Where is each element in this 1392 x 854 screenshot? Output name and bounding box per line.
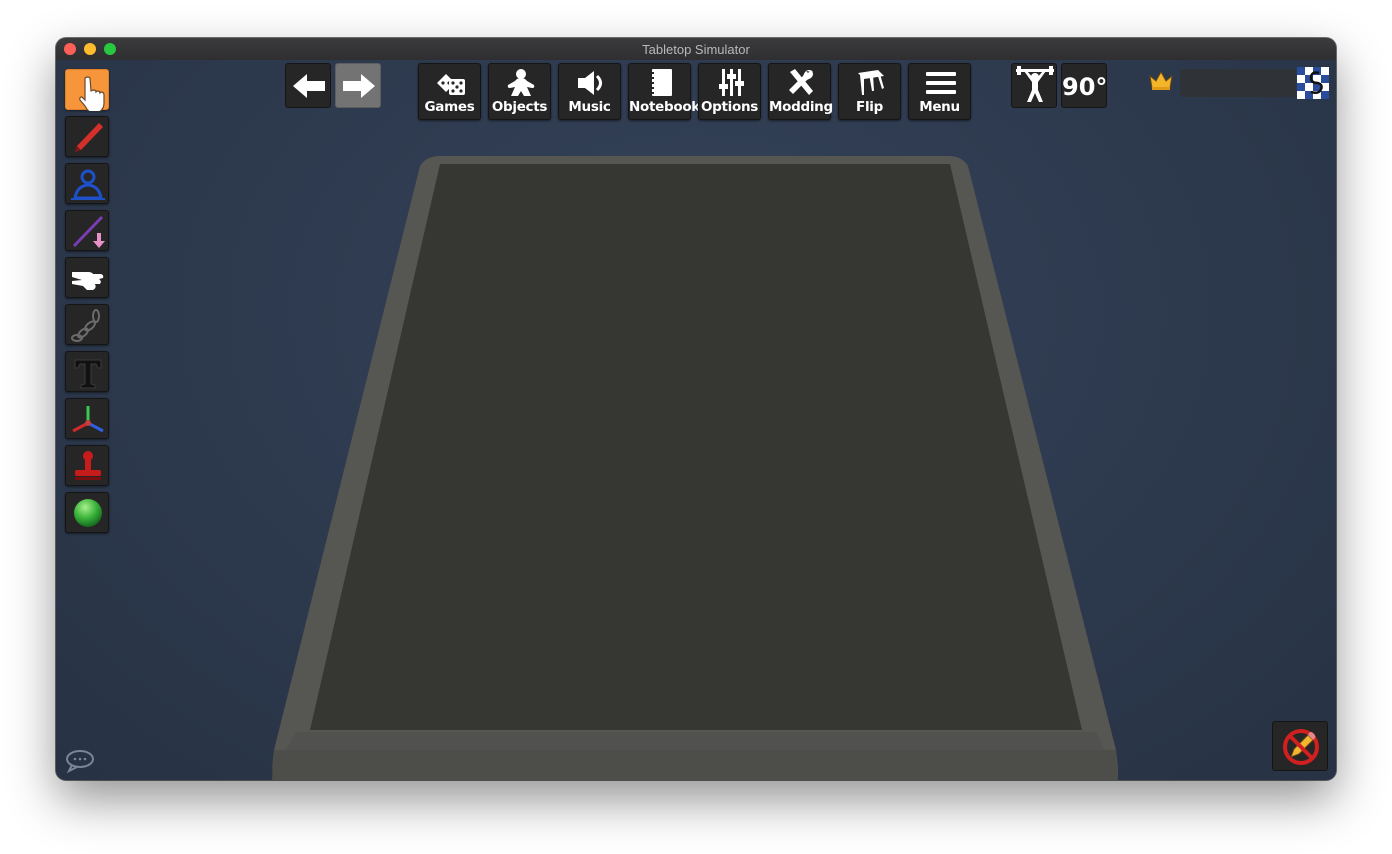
marker-icon	[75, 123, 103, 152]
objects-button[interactable]: Objects	[488, 63, 551, 120]
flick-hand-icon	[72, 272, 104, 290]
grab-tool[interactable]	[65, 69, 109, 111]
snap-tool[interactable]	[65, 445, 109, 486]
menu-button[interactable]: Menu	[908, 63, 971, 120]
meeple-icon	[507, 69, 535, 96]
line-measure-icon	[72, 215, 105, 248]
chat-bubble-icon[interactable]	[64, 748, 96, 774]
text-tool[interactable]	[65, 351, 109, 392]
rotation-label: 90°	[1062, 73, 1108, 101]
notebook-icon	[650, 69, 672, 96]
flip-label: Flip	[856, 99, 883, 115]
sliders-icon	[719, 69, 744, 96]
redo-button[interactable]	[335, 63, 381, 108]
stamp-icon	[75, 451, 101, 480]
hamburger-icon	[926, 72, 956, 94]
text-t-icon	[74, 359, 102, 389]
objects-label: Objects	[491, 99, 548, 115]
pointer-hand-icon	[79, 76, 105, 111]
undo-button[interactable]	[285, 63, 331, 108]
music-button[interactable]: Music	[558, 63, 621, 120]
games-label: Games	[424, 99, 475, 115]
joint-tool[interactable]	[65, 304, 109, 345]
window-title: Tabletop Simulator	[642, 42, 750, 57]
flip-table-icon	[858, 70, 884, 95]
arrow-left-icon	[293, 74, 325, 98]
games-button[interactable]: Games	[418, 63, 481, 120]
gizmo-tool[interactable]	[65, 398, 109, 439]
notebook-label: Notebook	[629, 99, 700, 115]
host-crown-icon	[1149, 70, 1173, 90]
draw-tool[interactable]	[65, 116, 109, 157]
tools-icon	[789, 69, 813, 95]
person-zone-icon	[71, 169, 105, 200]
modding-button[interactable]: Modding	[768, 63, 833, 120]
game-table[interactable]	[56, 60, 1336, 780]
flip-button[interactable]: Flip	[838, 63, 901, 120]
dice-icon	[437, 74, 465, 95]
no-edit-pencil-icon	[1283, 729, 1319, 765]
menu-label: Menu	[919, 99, 960, 115]
green-ball-icon	[74, 499, 102, 527]
title-bar: Tabletop Simulator	[56, 38, 1336, 61]
arrow-right-icon	[343, 74, 375, 98]
music-label: Music	[568, 99, 611, 115]
axes-gizmo-icon	[72, 406, 104, 433]
speaker-icon	[578, 71, 602, 95]
options-button[interactable]: Options	[698, 63, 761, 120]
notebook-button[interactable]: Notebook	[628, 63, 700, 120]
edit-mode-toggle-button[interactable]	[1272, 721, 1328, 771]
table-surface[interactable]	[310, 164, 1082, 730]
player-name-box[interactable]	[1180, 69, 1296, 97]
flick-tool[interactable]	[65, 257, 109, 298]
weightlifter-icon	[1016, 66, 1054, 102]
line-tool[interactable]	[65, 210, 109, 251]
lift-button[interactable]	[1011, 63, 1057, 108]
game-viewport[interactable]: Games Objects Music Notebook Options Mod…	[56, 60, 1336, 780]
zone-tool[interactable]	[65, 163, 109, 204]
app-window: Tabletop Simulator Games Objects Music N…	[56, 38, 1336, 780]
modding-label: Modding	[769, 99, 833, 115]
player-avatar[interactable]	[1297, 67, 1329, 99]
rotate-90-button[interactable]: 90°	[1061, 63, 1107, 108]
color-tool[interactable]	[65, 492, 109, 533]
chain-icon	[71, 309, 100, 342]
options-label: Options	[700, 99, 759, 115]
